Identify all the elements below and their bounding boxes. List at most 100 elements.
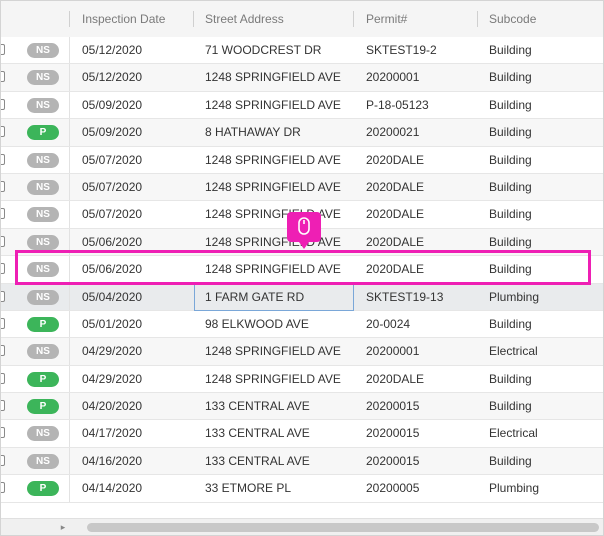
subcode-cell[interactable]: Building — [489, 174, 599, 201]
horizontal-scrollbar[interactable]: ▸ — [1, 518, 603, 535]
street-address-cell[interactable]: 71 WOODCREST DR — [205, 37, 350, 64]
inspection-date-cell[interactable]: 04/29/2020 — [82, 338, 187, 365]
inspection-date-cell[interactable]: 05/09/2020 — [82, 92, 187, 119]
permit-cell[interactable]: 20200021 — [366, 119, 476, 146]
permit-cell[interactable]: 2020DALE — [366, 256, 476, 283]
row-checkbox[interactable] — [1, 345, 5, 357]
row-checkbox[interactable] — [1, 454, 5, 466]
inspection-date-cell[interactable]: 04/17/2020 — [82, 420, 187, 447]
permit-cell[interactable]: SKTEST19-2 — [366, 37, 476, 64]
inspection-date-cell[interactable]: 05/07/2020 — [82, 201, 187, 228]
subcode-cell[interactable]: Building — [489, 256, 599, 283]
inspection-date-cell[interactable]: 04/29/2020 — [82, 366, 187, 393]
subcode-cell[interactable]: Electrical — [489, 338, 599, 365]
inspection-date-cell[interactable]: 05/12/2020 — [82, 64, 187, 91]
inspection-date-cell[interactable]: 05/09/2020 — [82, 119, 187, 146]
subcode-cell[interactable]: Building — [489, 92, 599, 119]
permit-cell[interactable]: 2020DALE — [366, 174, 476, 201]
inspection-date-cell[interactable]: 05/06/2020 — [82, 256, 187, 283]
street-address-cell[interactable]: 1248 SPRINGFIELD AVE — [205, 174, 350, 201]
permit-cell[interactable]: 2020DALE — [366, 147, 476, 174]
table-row[interactable]: NS 04/16/2020 133 CENTRAL AVE 20200015 Build… — [1, 447, 603, 476]
permit-cell[interactable]: P-18-05123 — [366, 92, 476, 119]
row-checkbox[interactable] — [1, 482, 5, 494]
street-address-cell[interactable]: 8 HATHAWAY DR — [205, 119, 350, 146]
street-address-cell[interactable]: 1248 SPRINGFIELD AVE — [205, 92, 350, 119]
row-checkbox[interactable] — [1, 71, 5, 83]
table-row[interactable]: NS 05/12/2020 71 WOODCREST DR SKTEST19-2 Bui… — [1, 37, 603, 65]
street-address-cell[interactable]: 133 CENTRAL AVE — [205, 448, 350, 475]
column-header-inspection-date[interactable]: Inspection Date — [82, 1, 192, 37]
street-address-cell[interactable]: 1248 SPRINGFIELD AVE — [205, 229, 350, 256]
street-address-cell[interactable]: 98 ELKWOOD AVE — [205, 311, 350, 338]
row-checkbox[interactable] — [1, 235, 5, 247]
inspection-date-cell[interactable]: 05/06/2020 — [82, 229, 187, 256]
row-checkbox[interactable] — [1, 180, 5, 192]
table-row[interactable]: P 05/09/2020 8 HATHAWAY DR 20200021 Building — [1, 119, 603, 147]
permit-cell[interactable]: 20200015 — [366, 393, 476, 420]
row-checkbox[interactable] — [1, 263, 5, 275]
permit-cell[interactable]: SKTEST19-13 — [366, 284, 476, 311]
row-checkbox[interactable] — [1, 153, 5, 165]
permit-cell[interactable]: 20-0024 — [366, 311, 476, 338]
inspection-date-cell[interactable]: 05/12/2020 — [82, 37, 187, 64]
row-checkbox[interactable] — [1, 372, 5, 384]
subcode-cell[interactable]: Building — [489, 147, 599, 174]
subcode-cell[interactable]: Building — [489, 393, 599, 420]
permit-cell[interactable]: 20200001 — [366, 338, 476, 365]
column-header-permit[interactable]: Permit# — [366, 1, 476, 37]
table-row[interactable]: NS 04/29/2020 1248 SPRINGFIELD AVE 20200001… — [1, 338, 603, 366]
table-row[interactable]: NS 05/07/2020 1248 SPRINGFIELD AVE 2020DALE… — [1, 173, 603, 202]
row-checkbox[interactable] — [1, 317, 5, 329]
subcode-cell[interactable]: Building — [489, 448, 599, 475]
inspection-date-cell[interactable]: 04/14/2020 — [82, 475, 187, 502]
permit-cell[interactable]: 20200015 — [366, 420, 476, 447]
table-row[interactable]: P 04/29/2020 1248 SPRINGFIELD AVE 2020DALE B… — [1, 365, 603, 394]
table-row[interactable]: NS 05/12/2020 1248 SPRINGFIELD AVE 20200001… — [1, 64, 603, 92]
table-row[interactable]: NS 05/07/2020 1248 SPRINGFIELD AVE 2020DALE… — [1, 146, 603, 174]
row-checkbox[interactable] — [1, 290, 5, 302]
subcode-cell[interactable]: Building — [489, 311, 599, 338]
table-row[interactable]: P 05/01/2020 98 ELKWOOD AVE 20-0024 Building — [1, 310, 603, 339]
inspection-date-cell[interactable]: 05/07/2020 — [82, 174, 187, 201]
inspection-date-cell[interactable]: 05/01/2020 — [82, 311, 187, 338]
street-address-cell[interactable]: 1248 SPRINGFIELD AVE — [205, 338, 350, 365]
subcode-cell[interactable]: Electrical — [489, 420, 599, 447]
row-checkbox[interactable] — [1, 427, 5, 439]
table-row[interactable]: NS 05/04/2020 1 FARM GATE RD SKTEST19-13 Plu… — [1, 283, 603, 311]
subcode-cell[interactable]: Building — [489, 119, 599, 146]
row-checkbox[interactable] — [1, 400, 5, 412]
row-checkbox[interactable] — [1, 44, 5, 55]
subcode-cell[interactable]: Building — [489, 366, 599, 393]
street-address-cell[interactable]: 33 ETMORE PL — [205, 475, 350, 502]
subcode-cell[interactable]: Building — [489, 201, 599, 228]
subcode-cell[interactable]: Plumbing — [489, 284, 599, 311]
row-checkbox[interactable] — [1, 208, 5, 220]
street-address-cell[interactable]: 1248 SPRINGFIELD AVE — [205, 256, 350, 283]
permit-cell[interactable]: 20200001 — [366, 64, 476, 91]
inspection-date-cell[interactable]: 04/20/2020 — [82, 393, 187, 420]
table-row[interactable]: NS 04/17/2020 133 CENTRAL AVE 20200015 Elect… — [1, 420, 603, 448]
table-row[interactable]: P 04/14/2020 33 ETMORE PL 20200005 Plumbing — [1, 475, 603, 503]
street-address-cell[interactable]: 1248 SPRINGFIELD AVE — [205, 64, 350, 91]
inspection-date-cell[interactable]: 04/16/2020 — [82, 448, 187, 475]
table-row[interactable]: NS 05/09/2020 1248 SPRINGFIELD AVE P-18-051… — [1, 91, 603, 120]
inspection-date-cell[interactable]: 05/07/2020 — [82, 147, 187, 174]
row-checkbox[interactable] — [1, 126, 5, 138]
subcode-cell[interactable]: Building — [489, 229, 599, 256]
street-address-cell[interactable]: 1248 SPRINGFIELD AVE — [205, 366, 350, 393]
scroll-left-arrow-icon[interactable]: ▸ — [57, 522, 69, 533]
subcode-cell[interactable]: Building — [489, 37, 599, 64]
street-address-cell[interactable]: 1248 SPRINGFIELD AVE — [205, 147, 350, 174]
permit-cell[interactable]: 20200005 — [366, 475, 476, 502]
subcode-cell[interactable]: Building — [489, 64, 599, 91]
table-row[interactable]: P 04/20/2020 133 CENTRAL AVE 20200015 Buildi… — [1, 393, 603, 421]
scrollbar-thumb[interactable] — [87, 523, 599, 532]
inspection-date-cell[interactable]: 05/04/2020 — [82, 284, 187, 311]
permit-cell[interactable]: 2020DALE — [366, 201, 476, 228]
column-header-street-address[interactable]: Street Address — [205, 1, 350, 37]
column-header-subcode[interactable]: Subcode — [489, 1, 599, 37]
row-checkbox[interactable] — [1, 98, 5, 110]
street-address-cell[interactable]: 133 CENTRAL AVE — [205, 420, 350, 447]
permit-cell[interactable]: 2020DALE — [366, 229, 476, 256]
